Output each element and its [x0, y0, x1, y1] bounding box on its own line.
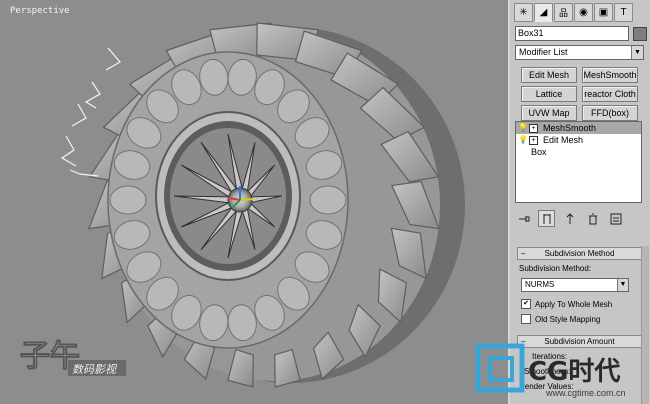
configure-sets-icon[interactable] [607, 210, 624, 227]
meshsmooth-button[interactable]: MeshSmooth [582, 67, 638, 83]
ffd-box-button[interactable]: FFD(box) [582, 105, 638, 121]
left-watermark-sub: 数码影视 [72, 363, 118, 376]
modify-icon: ◢ [539, 7, 548, 18]
sidewall-lug [109, 185, 147, 215]
hierarchy-icon: 品 [558, 8, 568, 18]
stack-item-box[interactable]: Box [516, 146, 641, 158]
subdivision-method-rollout[interactable]: – Subdivision Method [517, 247, 642, 260]
subdivision-method-dropdown[interactable]: NURMS ▼ [521, 278, 629, 292]
expand-icon[interactable]: + [529, 123, 538, 133]
right-watermark-brand: CG时代 [528, 357, 620, 387]
checkbox-checked-icon: ✔ [521, 299, 531, 309]
left-watermark: 子午 数码影视 [20, 339, 126, 376]
checkbox-empty-icon [521, 314, 531, 324]
pin-stack-icon[interactable] [515, 210, 532, 227]
create-tab[interactable]: ✳ [514, 3, 533, 22]
apply-whole-mesh-checkbox[interactable]: ✔ Apply To Whole Mesh [521, 299, 612, 309]
lightbulb-icon[interactable]: 💡 [518, 134, 528, 146]
modifier-list-dropdown[interactable]: Modifier List ▼ [515, 45, 644, 60]
stack-item-label: Edit Mesh [543, 135, 584, 145]
utilities-icon: T [620, 7, 627, 18]
stack-item-meshsmooth[interactable]: 💡 + MeshSmooth [516, 122, 641, 134]
utilities-tab[interactable]: T [614, 3, 633, 22]
perspective-viewport[interactable]: Perspective 子午 数码影视 [0, 0, 510, 404]
modifier-buttons: Edit Mesh MeshSmooth Lattice reactor Clo… [521, 67, 638, 121]
right-watermark-url: www.cgtime.com.cn [546, 388, 626, 398]
subdivision-method-label: Subdivision Method: [519, 264, 592, 273]
hierarchy-tab[interactable]: 品 [554, 3, 573, 22]
lattice-button[interactable]: Lattice [521, 86, 577, 102]
display-icon: ▣ [598, 7, 609, 18]
chevron-down-icon: ▼ [617, 279, 628, 291]
sidewall-lug [309, 185, 347, 215]
stack-item-label: MeshSmooth [543, 123, 597, 133]
old-style-mapping-checkbox[interactable]: Old Style Mapping [521, 314, 600, 324]
motion-tab[interactable]: ◉ [574, 3, 593, 22]
uvw-map-button[interactable]: UVW Map [521, 105, 577, 121]
show-end-result-icon[interactable] [538, 210, 555, 227]
object-name-row: Box31 [515, 26, 647, 41]
modify-tab[interactable]: ◢ [534, 3, 553, 22]
chevron-down-icon: ▼ [631, 46, 643, 59]
display-tab[interactable]: ▣ [594, 3, 613, 22]
stack-item-edit-mesh[interactable]: 💡 + Edit Mesh [516, 134, 641, 146]
panel-tabs: ✳ ◢ 品 ◉ ▣ T [514, 3, 633, 23]
create-icon: ✳ [519, 7, 528, 18]
modifier-list-label: Modifier List [519, 47, 568, 57]
object-color-swatch[interactable] [633, 26, 647, 41]
reactor-cloth-button[interactable]: reactor Cloth [582, 86, 638, 102]
motion-icon: ◉ [579, 7, 588, 18]
object-name-field[interactable]: Box31 [515, 26, 629, 41]
stack-item-label: Box [531, 147, 547, 157]
modifier-stack: 💡 + MeshSmooth 💡 + Edit Mesh Box [515, 121, 642, 203]
edit-mesh-button[interactable]: Edit Mesh [521, 67, 577, 83]
lightbulb-icon[interactable]: 💡 [518, 122, 528, 134]
remove-modifier-icon[interactable] [584, 210, 601, 227]
expand-icon[interactable]: + [529, 135, 538, 145]
stack-toolbar [515, 210, 624, 227]
make-unique-icon[interactable] [561, 210, 578, 227]
